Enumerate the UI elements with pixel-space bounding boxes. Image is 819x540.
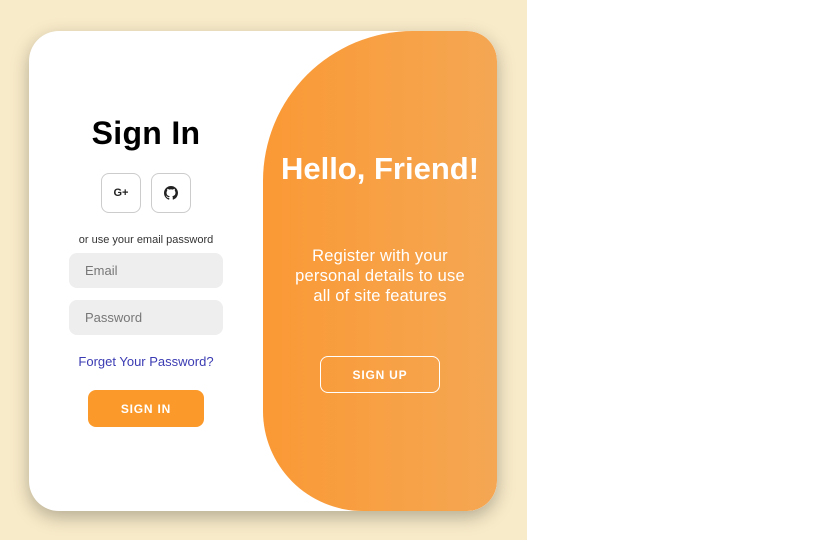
email-input[interactable] <box>69 253 223 288</box>
email-hint-text: or use your email password <box>78 234 214 246</box>
sign-in-form: Sign In G+ or use your email password Fo… <box>29 31 263 511</box>
sign-up-button[interactable]: SIGN UP <box>320 356 440 393</box>
register-prompt-text: Register with your personal details to u… <box>295 247 465 305</box>
password-input[interactable] <box>69 300 223 335</box>
github-button[interactable] <box>151 173 191 213</box>
auth-card: Sign In G+ or use your email password Fo… <box>29 31 497 511</box>
forgot-password-link[interactable]: Forget Your Password? <box>29 354 263 369</box>
github-icon <box>164 186 178 200</box>
toggle-panel: Hello, Friend! Register with your person… <box>263 31 497 511</box>
greeting-heading: Hello, Friend! <box>280 151 480 186</box>
sign-in-title: Sign In <box>91 115 201 151</box>
google-plus-icon: G+ <box>113 187 129 199</box>
sign-in-button[interactable]: SIGN IN <box>88 390 204 427</box>
google-plus-button[interactable]: G+ <box>101 173 141 213</box>
social-login-row: G+ <box>101 173 191 213</box>
